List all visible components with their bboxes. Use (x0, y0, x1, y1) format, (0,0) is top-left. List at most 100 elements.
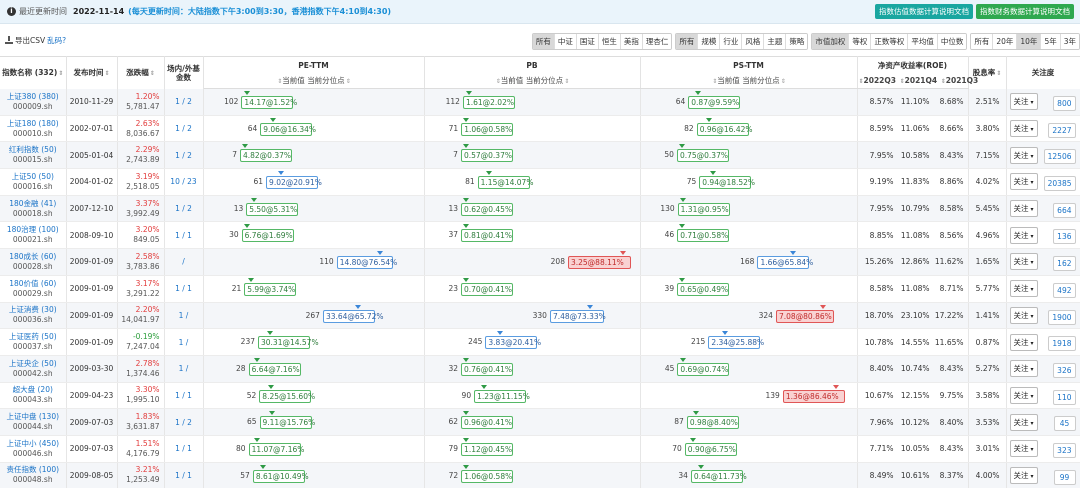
index-name-cell[interactable]: 红利指数 (50) 000015.sh (0, 141, 67, 170)
follow-dropdown-button[interactable]: 关注 ▾ (1009, 466, 1038, 484)
filter-option[interactable]: 中位数 (937, 34, 967, 49)
fund-count-link[interactable]: 1 / 2 (164, 408, 204, 436)
filter-option[interactable]: 规模 (698, 34, 721, 49)
fund-count-link[interactable]: 1 / 2 (164, 195, 204, 223)
filter-option[interactable]: 等权 (849, 34, 872, 49)
filter-option[interactable]: 20年 (993, 34, 1018, 49)
filter-option[interactable]: 所有 (676, 34, 699, 49)
fund-count-link[interactable]: 1 / (164, 355, 204, 383)
filter-option[interactable]: 中证 (554, 34, 577, 49)
filter-option[interactable]: 美指 (620, 34, 643, 49)
fund-count-link[interactable]: 1 / 2 (164, 88, 204, 116)
follow-dropdown-button[interactable]: 关注 ▾ (1009, 280, 1038, 298)
index-name-cell[interactable]: 180成长 (60) 000028.sh (0, 248, 67, 276)
fund-count-link[interactable]: 10 / 23 (164, 168, 204, 196)
index-name-cell[interactable]: 上证医药 (50) 000037.sh (0, 328, 67, 356)
fund-count-link[interactable]: 1 / 1 (164, 382, 204, 410)
fund-count-link[interactable]: 1 / (164, 302, 204, 330)
filter-option[interactable]: 风格 (742, 34, 765, 49)
filter-option[interactable]: 平均值 (908, 34, 938, 49)
fund-count-link[interactable]: 1 / 1 (164, 275, 204, 303)
index-name-cell[interactable]: 180价值 (60) 000029.sh (0, 275, 67, 303)
follow-dropdown-button[interactable]: 关注 ▾ (1009, 120, 1038, 138)
roe-2021q4: 10.61% (900, 470, 930, 480)
ps-subheader[interactable]: ⇕当前值 当前分位点⇕ (640, 73, 858, 89)
finance-doc-button[interactable]: 指数财务数据计算说明文档 (976, 4, 1074, 19)
index-name-link[interactable]: 180治理 (100) (0, 225, 66, 235)
filter-option[interactable]: 策略 (786, 34, 808, 49)
index-name-cell[interactable]: 上证消费 (30) 000036.sh (0, 302, 67, 330)
ps-percentile-marker (689, 437, 696, 442)
pb-subheader[interactable]: ⇕当前值 当前分位点⇕ (424, 73, 641, 89)
fund-count-link[interactable]: / (164, 248, 204, 276)
index-name-cell[interactable]: 上证中小 (450) 000046.sh (0, 435, 67, 463)
filter-option[interactable]: 行业 (720, 34, 743, 49)
index-name-link[interactable]: 上证医药 (50) (0, 332, 66, 342)
index-name-cell[interactable]: 上证380 (380) 000009.sh (0, 88, 67, 116)
follow-dropdown-button[interactable]: 关注 ▾ (1009, 226, 1038, 244)
filter-option[interactable]: 10年 (1017, 34, 1042, 49)
index-name-link[interactable]: 上证380 (380) (0, 92, 66, 102)
fund-count-link[interactable]: 1 / 2 (164, 141, 204, 170)
filter-option[interactable]: 所有 (532, 34, 555, 49)
pe-subheader[interactable]: ⇕当前值 当前分位点⇕ (203, 73, 425, 89)
col-header-name[interactable]: 指数名称 (332)⇕ (0, 56, 67, 89)
filter-option[interactable]: 3年 (1060, 34, 1079, 49)
index-name-link[interactable]: 上证消费 (30) (0, 305, 66, 315)
index-name-cell[interactable]: 上证180 (180) 000010.sh (0, 115, 67, 143)
fund-count-link[interactable]: 1 / 1 (164, 221, 204, 250)
index-name-cell[interactable]: 180治理 (100) 000021.sh (0, 221, 67, 250)
roe-2022q3: 15.26% (864, 257, 894, 267)
follow-dropdown-button[interactable]: 关注 ▾ (1009, 93, 1038, 111)
index-name-link[interactable]: 上证180 (180) (0, 119, 66, 129)
fund-count-link[interactable]: 1 / 2 (164, 115, 204, 143)
index-name-cell[interactable]: 超大盘 (20) 000043.sh (0, 382, 67, 410)
index-name-link[interactable]: 180价值 (60) (0, 279, 66, 289)
export-csv-button[interactable]: 导出CSV 乱码? (5, 35, 66, 46)
follow-label: 关注 (1013, 204, 1029, 214)
index-name-link[interactable]: 责任指数 (100) (0, 465, 66, 475)
filter-option[interactable]: 理杏仁 (642, 34, 672, 49)
index-name-link[interactable]: 上证中盘 (130) (0, 412, 66, 422)
index-name-link[interactable]: 上证央企 (50) (0, 359, 66, 369)
index-name-cell[interactable]: 责任指数 (100) 000048.sh (0, 462, 67, 488)
follow-dropdown-button[interactable]: 关注 ▾ (1009, 360, 1038, 378)
col-header-change[interactable]: 涨跌幅⇕ (117, 56, 165, 89)
follow-dropdown-button[interactable]: 关注 ▾ (1009, 173, 1038, 191)
index-name-cell[interactable]: 上证央企 (50) 000042.sh (0, 355, 67, 383)
index-name-link[interactable]: 红利指数 (50) (0, 145, 66, 155)
filter-option[interactable]: 所有 (971, 34, 994, 49)
follow-dropdown-button[interactable]: 关注 ▾ (1009, 333, 1038, 351)
garbled-help-link[interactable]: 乱码? (47, 35, 66, 46)
follow-dropdown-button[interactable]: 关注 ▾ (1009, 413, 1038, 431)
filter-option[interactable]: 正数等权 (871, 34, 909, 49)
valuation-doc-button[interactable]: 指数估值数据计算说明文档 (875, 4, 973, 19)
follow-dropdown-button[interactable]: 关注 ▾ (1009, 146, 1038, 164)
index-name-link[interactable]: 上证中小 (450) (0, 439, 66, 449)
index-name-cell[interactable]: 180金融 (41) 000018.sh (0, 195, 67, 223)
fund-count-link[interactable]: 1 / (164, 328, 204, 356)
follow-dropdown-button[interactable]: 关注 ▾ (1009, 386, 1038, 404)
filter-option[interactable]: 5年 (1041, 34, 1061, 49)
index-name-link[interactable]: 180金融 (41) (0, 199, 66, 209)
follow-dropdown-button[interactable]: 关注 ▾ (1009, 306, 1038, 324)
col-header-date[interactable]: 发布时间⇕ (66, 56, 118, 89)
index-name-cell[interactable]: 上证中盘 (130) 000044.sh (0, 408, 67, 436)
fund-count-link[interactable]: 1 / 1 (164, 462, 204, 488)
roe-subheader[interactable]: ⇕2022Q3 ⇕2021Q4 ⇕2021Q3 (857, 73, 978, 89)
follow-dropdown-button[interactable]: 关注 ▾ (1009, 200, 1038, 218)
filter-option[interactable]: 市值加权 (812, 34, 850, 49)
index-name-link[interactable]: 180成长 (60) (0, 252, 66, 262)
index-name-link[interactable]: 上证50 (50) (0, 172, 66, 182)
fund-count-link[interactable]: 1 / 1 (164, 435, 204, 463)
index-name-cell[interactable]: 上证50 (50) 000016.sh (0, 168, 67, 196)
pe-rank: 28 (236, 363, 246, 373)
filter-option[interactable]: 主题 (764, 34, 787, 49)
filter-option[interactable]: 国证 (576, 34, 599, 49)
filter-option[interactable]: 恒生 (598, 34, 621, 49)
follow-dropdown-button[interactable]: 关注 ▾ (1009, 253, 1038, 271)
pe-value-bar: 9.02@20.91% (266, 176, 322, 190)
index-name-link[interactable]: 超大盘 (20) (0, 385, 66, 395)
follow-count: 136 (1053, 229, 1076, 245)
follow-dropdown-button[interactable]: 关注 ▾ (1009, 440, 1038, 458)
